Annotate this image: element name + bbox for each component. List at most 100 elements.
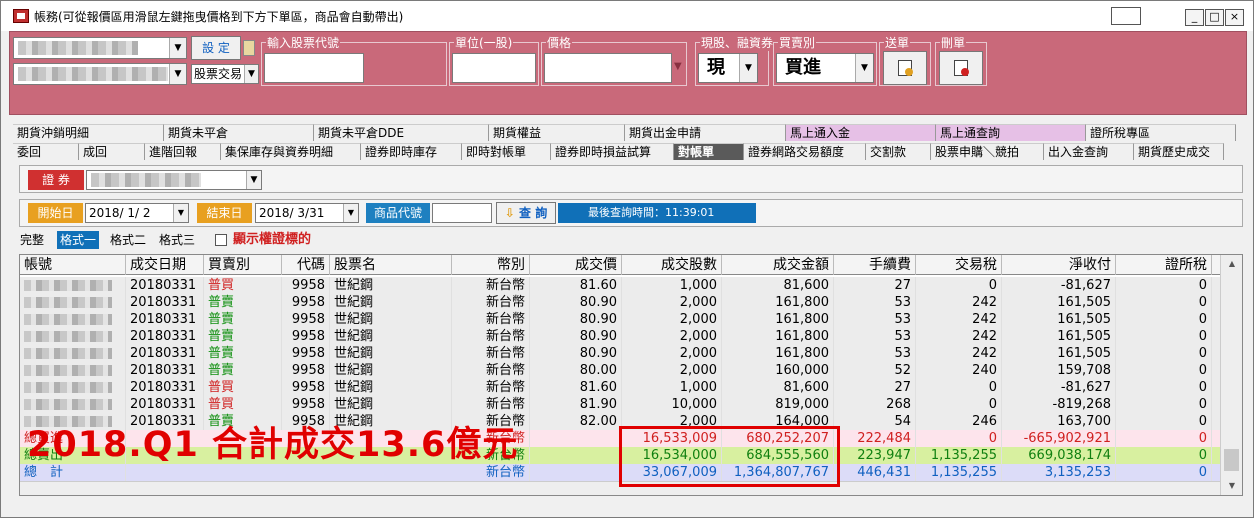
column-header[interactable]: 成交股數 <box>622 255 722 275</box>
cash-margin-select[interactable]: 現 ▼ <box>698 53 758 83</box>
close-button[interactable]: × <box>1225 9 1244 26</box>
format-1-tab[interactable]: 格式一 <box>57 231 100 249</box>
tab-report-1[interactable]: 成回 <box>79 143 145 160</box>
cell-ctax: 0 <box>1116 345 1212 362</box>
product-code-input[interactable] <box>432 203 492 223</box>
total-net: 3,135,253 <box>1002 464 1116 481</box>
format-3-tab[interactable]: 格式三 <box>156 231 198 249</box>
table-row[interactable]: 20180331 普賣 9958 世紀鋼 新台幣 80.90 2,000 161,800 53 2… <box>20 345 1220 362</box>
tab-report-9[interactable]: 交割款 <box>866 143 931 160</box>
column-header[interactable]: 交易稅 <box>916 255 1002 275</box>
tab-report-8[interactable]: 證券網路交易額度 <box>744 143 866 160</box>
tab-report-3[interactable]: 集保庫存與資券明細 <box>221 143 361 160</box>
scroll-down-icon[interactable]: ▼ <box>1221 477 1242 495</box>
table-row[interactable]: 20180331 普賣 9958 世紀鋼 新台幣 80.90 2,000 161,800 53 2… <box>20 311 1220 328</box>
price-input[interactable] <box>544 53 672 83</box>
tab-report-0[interactable]: 委回 <box>13 143 79 160</box>
minimize-button[interactable]: _ <box>1185 9 1204 26</box>
tab-report-12[interactable]: 期貨歷史成交 <box>1134 143 1224 160</box>
stock-code-input[interactable] <box>264 53 364 83</box>
cell-name: 世紀鋼 <box>330 345 452 362</box>
column-header[interactable]: 帳號 <box>20 255 126 275</box>
column-header[interactable]: 股票名 <box>330 255 452 275</box>
scroll-thumb[interactable] <box>1224 449 1239 471</box>
show-warrant-checkbox[interactable] <box>215 234 227 246</box>
cell-amt: 161,800 <box>722 294 834 311</box>
lock-icon <box>243 40 255 56</box>
chevron-down-icon: ▼ <box>246 171 261 189</box>
cell-net: -81,627 <box>1002 379 1116 396</box>
query-button[interactable]: ⇩ 查 詢 <box>496 202 556 224</box>
table-row[interactable]: 20180331 普買 9958 世紀鋼 新台幣 81.60 1,000 81,600 27 0-… <box>20 277 1220 294</box>
price-dropdown-icon[interactable]: ▼ <box>674 61 682 72</box>
tab-futures-1[interactable]: 期貨未平倉 <box>164 124 314 141</box>
sub-account-select[interactable]: ▼ <box>13 63 187 85</box>
order-panel: ▼ 設 定 ▼ 股票交易 ▼ 輸入股票代號 單位(一股) 價格 ▼ 現股、融資券 <box>9 31 1247 115</box>
cell-side: 普買 <box>204 379 282 396</box>
column-header[interactable]: 代碼 <box>282 255 330 275</box>
column-header[interactable]: 買賣別 <box>204 255 282 275</box>
start-date-value: 2018/ 1/ 2 <box>89 206 151 220</box>
tab-report-11[interactable]: 出入金查詢 <box>1044 143 1134 160</box>
cash-margin-group: 現股、融資券 現 ▼ <box>695 34 775 86</box>
tab-futures-7[interactable]: 證所稅專區 <box>1086 124 1236 141</box>
tab-report-10[interactable]: 股票申購＼競拍 <box>931 143 1044 160</box>
cell-date: 20180331 <box>126 379 204 396</box>
cell-tax: 0 <box>916 379 1002 396</box>
cell-net: 161,505 <box>1002 294 1116 311</box>
cell-date: 20180331 <box>126 328 204 345</box>
total-fee: 446,431 <box>834 464 916 481</box>
masked-account <box>24 297 112 308</box>
column-header[interactable]: 成交日期 <box>126 255 204 275</box>
column-header[interactable]: 手續費 <box>834 255 916 275</box>
tab-futures-0[interactable]: 期貨沖銷明細 <box>13 124 164 141</box>
unit-input[interactable] <box>452 53 536 83</box>
tab-futures-4[interactable]: 期貨出金申請 <box>625 124 786 141</box>
table-row[interactable]: 20180331 普賣 9958 世紀鋼 新台幣 80.90 2,000 161,800 53 2… <box>20 294 1220 311</box>
tab-futures-2[interactable]: 期貨未平倉DDE <box>314 124 489 141</box>
table-row[interactable]: 20180331 普買 9958 世紀鋼 新台幣 81.90 10,000 819,000 26… <box>20 396 1220 413</box>
window-title: 帳務(可從報價區用滑鼠左鍵拖曳價格到下方下單區，商品會自動帶出) <box>34 9 404 24</box>
send-order-button[interactable] <box>883 51 927 85</box>
end-date-picker[interactable]: 2018/ 3/31 ▼ <box>255 203 359 223</box>
trade-type-select[interactable]: 股票交易 ▼ <box>191 64 259 84</box>
settings-button[interactable]: 設 定 <box>191 36 241 60</box>
column-header[interactable]: 成交價 <box>530 255 622 275</box>
format-complete-tab[interactable]: 完整 <box>17 231 47 249</box>
tab-report-7[interactable]: 對帳單 <box>674 143 744 160</box>
table-row[interactable]: 20180331 普賣 9958 世紀鋼 新台幣 80.00 2,000 160,000 52 2… <box>20 362 1220 379</box>
pin-icon[interactable] <box>1111 7 1141 25</box>
column-header[interactable]: 淨收付 <box>1002 255 1116 275</box>
cell-cur: 新台幣 <box>452 396 530 413</box>
total-tax: 1,135,255 <box>916 464 1002 481</box>
cell-date: 20180331 <box>126 362 204 379</box>
account-select[interactable]: ▼ <box>13 37 187 59</box>
column-header[interactable]: 成交金額 <box>722 255 834 275</box>
table-row[interactable]: 20180331 普買 9958 世紀鋼 新台幣 81.60 1,000 81,600 27 0-… <box>20 379 1220 396</box>
cell-amt: 161,800 <box>722 345 834 362</box>
cell-date: 20180331 <box>126 311 204 328</box>
tab-futures-5[interactable]: 馬上通入金 <box>786 124 936 141</box>
delete-order-button[interactable] <box>939 51 983 85</box>
vertical-scrollbar[interactable]: ▲ ▼ <box>1220 255 1242 495</box>
tab-report-4[interactable]: 證券即時庫存 <box>361 143 462 160</box>
send-label: 送單 <box>884 34 911 51</box>
cell-cur: 新台幣 <box>452 311 530 328</box>
maximize-button[interactable]: □ <box>1205 9 1224 26</box>
cell-ctax: 0 <box>1116 396 1212 413</box>
table-row[interactable]: 20180331 普賣 9958 世紀鋼 新台幣 80.90 2,000 161,800 53 2… <box>20 328 1220 345</box>
format-2-tab[interactable]: 格式二 <box>107 231 149 249</box>
tab-report-6[interactable]: 證券即時損益試算 <box>551 143 674 160</box>
column-header[interactable]: 證所稅 <box>1116 255 1212 275</box>
cell-tax: 242 <box>916 345 1002 362</box>
tab-futures-6[interactable]: 馬上通查詢 <box>936 124 1086 141</box>
tab-report-2[interactable]: 進階回報 <box>145 143 221 160</box>
tab-report-5[interactable]: 即時對帳單 <box>462 143 551 160</box>
scroll-up-icon[interactable]: ▲ <box>1221 255 1242 273</box>
tab-futures-3[interactable]: 期貨權益 <box>489 124 625 141</box>
column-header[interactable]: 幣別 <box>452 255 530 275</box>
category-select[interactable]: ▼ <box>86 170 262 190</box>
start-date-picker[interactable]: 2018/ 1/ 2 ▼ <box>85 203 189 223</box>
buy-sell-select[interactable]: 買進 ▼ <box>776 53 874 83</box>
chevron-down-icon: ▼ <box>739 54 757 82</box>
